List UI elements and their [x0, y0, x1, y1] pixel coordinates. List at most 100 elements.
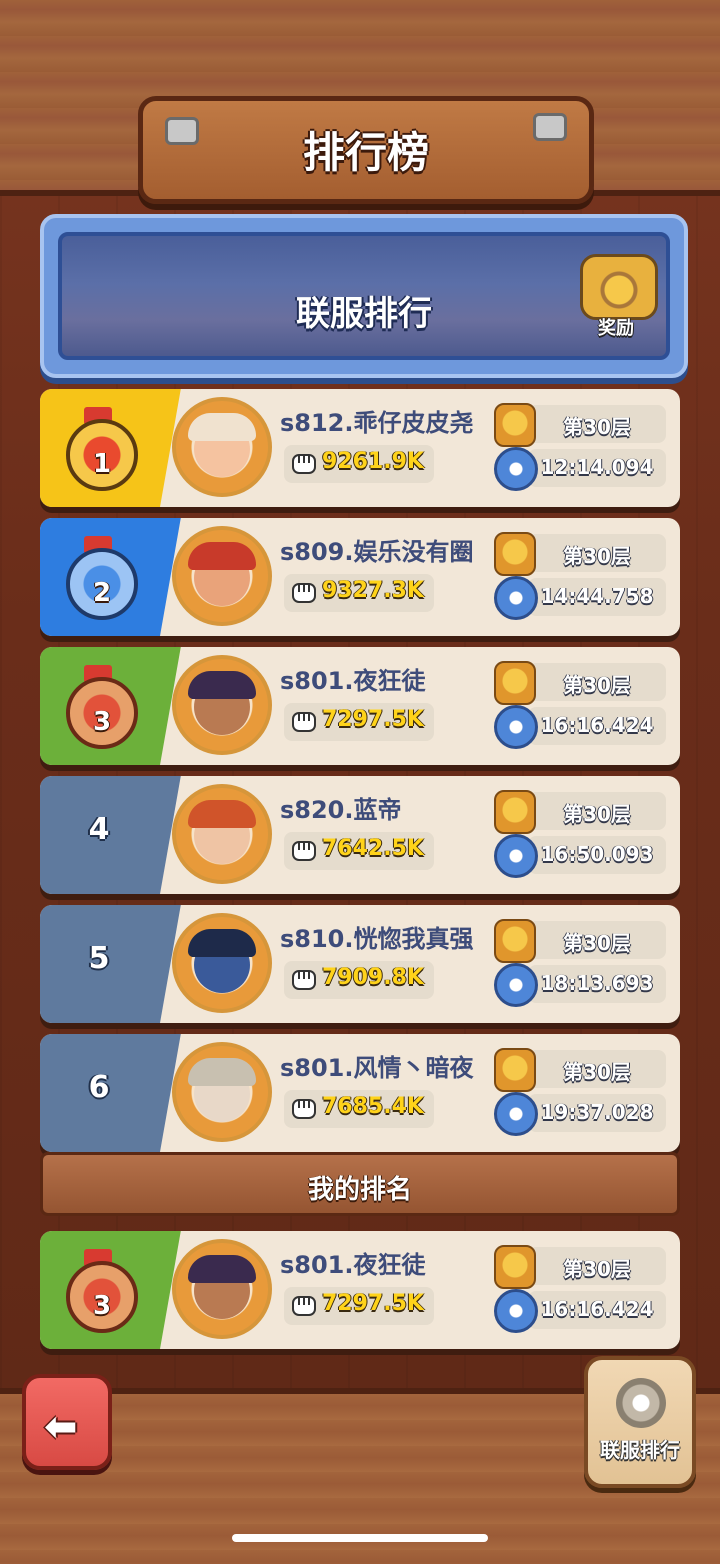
- player-name: s801.夜狂徒: [280, 667, 426, 695]
- power-box: 7909.8K: [284, 961, 434, 999]
- avatar-hair: [188, 800, 256, 828]
- time-value: 18:13.693: [540, 971, 654, 995]
- power-value: 7297.5K: [322, 1291, 424, 1316]
- time-value: 16:50.093: [540, 842, 654, 866]
- treasure-chest-icon: [580, 254, 658, 320]
- power-value: 7297.5K: [322, 707, 424, 732]
- server-ranking-label: 联服排行: [600, 1438, 680, 1462]
- time-value: 19:37.028: [540, 1100, 654, 1124]
- avatar-hair: [188, 929, 256, 957]
- player-avatar[interactable]: [172, 784, 272, 884]
- fist-icon: [288, 1289, 320, 1321]
- power-value: 7642.5K: [322, 836, 424, 861]
- rank-medal-icon: 2: [62, 536, 138, 620]
- page-title: 排行榜: [302, 128, 429, 177]
- floor-badge-icon: [494, 532, 536, 576]
- floor-box: 第30层: [528, 921, 666, 959]
- player-name: s801.夜狂徒: [280, 1251, 426, 1279]
- rank-number: 4: [88, 812, 110, 847]
- reward-button[interactable]: 奖励: [574, 254, 658, 339]
- floor-badge-icon: [494, 1048, 536, 1092]
- floor-badge-icon: [494, 661, 536, 705]
- my-rank-label: 我的排名: [307, 1175, 412, 1205]
- floor-badge-icon: [494, 790, 536, 834]
- my-rank-header: 我的排名: [40, 1152, 680, 1216]
- player-avatar[interactable]: [172, 655, 272, 755]
- server-ranking-icon: [616, 1378, 666, 1428]
- rank-number: 1: [92, 449, 112, 479]
- leaderboard-row[interactable]: 4 s820.蓝帝 7642.5K 第30层 16:50.093: [40, 776, 680, 894]
- floor-value: 第30层: [563, 802, 631, 826]
- avatar-hair: [188, 671, 256, 699]
- leaderboard-row[interactable]: 2 s809.娱乐没有圈 9327.3K 第30层 14:44.758: [40, 518, 680, 636]
- floor-box: 第30层: [528, 1247, 666, 1285]
- clock-icon: [494, 576, 538, 620]
- leaderboard-row[interactable]: 3 s801.夜狂徒 7297.5K 第30层 16:16.424: [40, 1231, 680, 1349]
- server-ranking-banner: 联服排行 奖励: [40, 214, 688, 378]
- home-indicator: [232, 1534, 488, 1542]
- leaderboard-row[interactable]: 1 s812.乖仔皮皮尧 9261.9K 第30层 12:14.094: [40, 389, 680, 507]
- floor-value: 第30层: [563, 415, 631, 439]
- fist-icon: [288, 576, 320, 608]
- power-value: 9327.3K: [322, 578, 424, 603]
- avatar-hair: [188, 542, 256, 570]
- reward-label: 奖励: [598, 318, 634, 339]
- medal-disc: 2: [66, 548, 138, 620]
- title-board: 排行榜: [138, 96, 594, 204]
- time-box: 14:44.758: [528, 578, 666, 616]
- time-box: 18:13.693: [528, 965, 666, 1003]
- fist-icon: [288, 447, 320, 479]
- time-box: 12:14.094: [528, 449, 666, 487]
- clock-icon: [494, 834, 538, 878]
- clock-icon: [494, 1092, 538, 1136]
- leaderboard-row[interactable]: 6 s801.风情丶暗夜 7685.4K 第30层 19:37.028: [40, 1034, 680, 1152]
- floor-badge-icon: [494, 1245, 536, 1289]
- player-name: s810.恍惚我真强: [280, 925, 474, 953]
- player-name: s812.乖仔皮皮尧: [280, 409, 474, 437]
- floor-box: 第30层: [528, 792, 666, 830]
- floor-value: 第30层: [563, 931, 631, 955]
- rank-number: 5: [88, 941, 110, 976]
- avatar-hair: [188, 1058, 256, 1086]
- rank-number: 3: [92, 707, 112, 737]
- clock-icon: [494, 447, 538, 491]
- leaderboard-row[interactable]: 5 s810.恍惚我真强 7909.8K 第30层 18:13.693: [40, 905, 680, 1023]
- power-box: 7685.4K: [284, 1090, 434, 1128]
- power-value: 7909.8K: [322, 965, 424, 990]
- back-button[interactable]: ⬅: [22, 1374, 112, 1470]
- floor-value: 第30层: [563, 673, 631, 697]
- time-box: 16:16.424: [528, 707, 666, 745]
- rank-number: 2: [92, 578, 112, 608]
- floor-box: 第30层: [528, 405, 666, 443]
- player-avatar[interactable]: [172, 1042, 272, 1142]
- avatar-hair: [188, 1255, 256, 1283]
- time-box: 19:37.028: [528, 1094, 666, 1132]
- floor-box: 第30层: [528, 1050, 666, 1088]
- floor-badge-icon: [494, 403, 536, 447]
- server-ranking-button[interactable]: 联服排行: [584, 1356, 696, 1488]
- time-value: 16:16.424: [540, 1297, 654, 1321]
- rank-medal-icon: 3: [62, 665, 138, 749]
- power-value: 7685.4K: [322, 1094, 424, 1119]
- fist-icon: [288, 834, 320, 866]
- medal-disc: 1: [66, 419, 138, 491]
- power-box: 7297.5K: [284, 703, 434, 741]
- time-box: 16:50.093: [528, 836, 666, 874]
- leaderboard-row[interactable]: 3 s801.夜狂徒 7297.5K 第30层 16:16.424: [40, 647, 680, 765]
- player-avatar[interactable]: [172, 913, 272, 1013]
- rank-number: 3: [92, 1291, 112, 1321]
- player-avatar[interactable]: [172, 1239, 272, 1339]
- power-value: 9261.9K: [322, 449, 424, 474]
- player-name: s801.风情丶暗夜: [280, 1054, 474, 1082]
- medal-disc: 3: [66, 1261, 138, 1333]
- time-value: 12:14.094: [540, 455, 654, 479]
- power-box: 9327.3K: [284, 574, 434, 612]
- clock-icon: [494, 1289, 538, 1333]
- floor-badge-icon: [494, 919, 536, 963]
- player-avatar[interactable]: [172, 397, 272, 497]
- time-value: 14:44.758: [540, 584, 654, 608]
- arrow-left-icon: ⬅: [44, 1404, 78, 1450]
- fist-icon: [288, 1092, 320, 1124]
- power-box: 7297.5K: [284, 1287, 434, 1325]
- player-avatar[interactable]: [172, 526, 272, 626]
